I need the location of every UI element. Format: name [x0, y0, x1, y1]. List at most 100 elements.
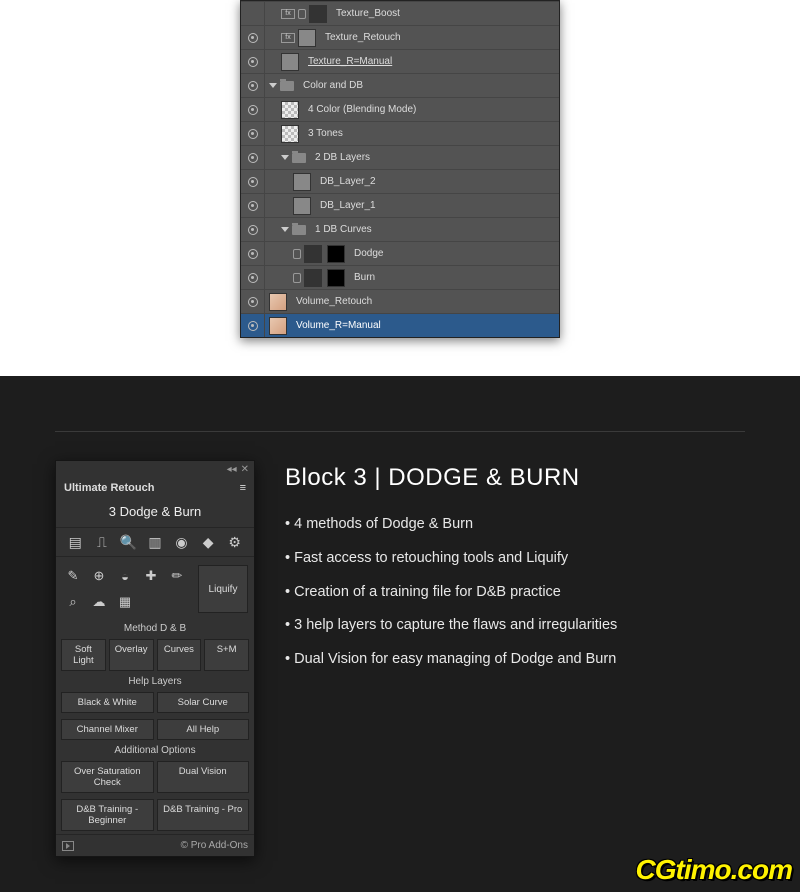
layer-name[interactable]: 4 Color (Blending Mode)	[308, 104, 416, 115]
layers-icon[interactable]: ▥	[145, 532, 165, 552]
layer-thumb[interactable]	[281, 101, 299, 119]
layer-thumb[interactable]	[298, 29, 316, 47]
close-icon[interactable]: ✕	[241, 464, 249, 475]
stamp-tool-icon[interactable]: ⊕	[88, 565, 110, 587]
visibility-toggle[interactable]	[241, 170, 265, 193]
button-soft-light[interactable]: Soft Light	[61, 639, 106, 671]
layer-thumb[interactable]	[269, 317, 287, 335]
layer-name[interactable]: Color and DB	[303, 80, 363, 91]
chip-tool-icon[interactable]: ▦	[114, 591, 136, 613]
layer-row[interactable]: fxTexture_Retouch	[241, 25, 559, 49]
button-d-b-training-beginner[interactable]: D&B Training - Beginner	[61, 799, 154, 831]
layer-name[interactable]: Texture_Boost	[336, 8, 400, 19]
eye-icon	[248, 201, 258, 211]
layer-row[interactable]: Burn	[241, 265, 559, 289]
layer-row[interactable]: fxTexture_Boost	[241, 1, 559, 25]
disclosure-icon[interactable]	[269, 83, 277, 88]
heal-tool-icon[interactable]: ✚	[140, 565, 162, 587]
layer-thumb[interactable]	[281, 53, 299, 71]
layer-row[interactable]: Color and DB	[241, 73, 559, 97]
button-curves[interactable]: Curves	[157, 639, 202, 671]
visibility-toggle[interactable]	[241, 242, 265, 265]
feature-item: Fast access to retouching tools and Liqu…	[285, 548, 745, 570]
button-s-m[interactable]: S+M	[204, 639, 249, 671]
layer-row[interactable]: Dodge	[241, 241, 559, 265]
layer-row[interactable]: 2 DB Layers	[241, 145, 559, 169]
layer-row[interactable]: DB_Layer_2	[241, 169, 559, 193]
layer-thumb[interactable]	[309, 5, 327, 23]
pulse-icon[interactable]: ⎍	[92, 532, 112, 552]
visibility-toggle[interactable]	[241, 194, 265, 217]
layer-name[interactable]: Burn	[354, 272, 375, 283]
visibility-toggle[interactable]	[241, 290, 265, 313]
layer-row[interactable]: Texture_R=Manual	[241, 49, 559, 73]
eye-icon	[248, 321, 258, 331]
layer-content: 2 DB Layers	[265, 152, 370, 163]
visibility-toggle[interactable]	[241, 218, 265, 241]
button-solar-curve[interactable]: Solar Curve	[157, 692, 250, 713]
layer-mask[interactable]	[327, 245, 345, 263]
smudge-tool-icon[interactable]: ☁	[88, 591, 110, 613]
visibility-toggle[interactable]	[241, 26, 265, 49]
visibility-toggle[interactable]	[241, 122, 265, 145]
layer-name[interactable]: Dodge	[354, 248, 383, 259]
button-over-saturation-check[interactable]: Over Saturation Check	[61, 761, 154, 793]
visibility-toggle[interactable]	[241, 314, 265, 337]
disclosure-icon[interactable]	[281, 227, 289, 232]
layers-panel: fxTexture_BoostfxTexture_RetouchTexture_…	[240, 0, 560, 338]
visibility-toggle[interactable]	[241, 74, 265, 97]
layer-name[interactable]: 3 Tones	[308, 128, 343, 139]
visibility-toggle[interactable]	[241, 146, 265, 169]
layer-name[interactable]: Texture_R=Manual	[308, 56, 392, 67]
menu-icon[interactable]: ≡	[240, 482, 246, 494]
layer-thumb[interactable]	[304, 269, 322, 287]
visibility-toggle[interactable]	[241, 2, 265, 25]
folder-icon	[292, 153, 306, 163]
doc-icon[interactable]: ▤	[65, 532, 85, 552]
layer-name[interactable]: DB_Layer_2	[320, 176, 376, 187]
liquify-button[interactable]: Liquify	[198, 565, 248, 613]
button-dual-vision[interactable]: Dual Vision	[157, 761, 250, 793]
layer-name[interactable]: Texture_Retouch	[325, 32, 401, 43]
layer-row[interactable]: 1 DB Curves	[241, 217, 559, 241]
patch-tool-icon[interactable]: ◒	[114, 565, 136, 587]
play-icon[interactable]	[62, 841, 74, 851]
layer-mask[interactable]	[327, 269, 345, 287]
button-d-b-training-pro[interactable]: D&B Training - Pro	[157, 799, 250, 831]
visibility-toggle[interactable]	[241, 50, 265, 73]
disclosure-icon[interactable]	[281, 155, 289, 160]
layer-row[interactable]: 4 Color (Blending Mode)	[241, 97, 559, 121]
layer-thumb[interactable]	[269, 293, 287, 311]
layer-thumb[interactable]	[293, 173, 311, 191]
layer-name[interactable]: 2 DB Layers	[315, 152, 370, 163]
layer-thumb[interactable]	[293, 197, 311, 215]
collapse-icon[interactable]: ◂◂	[227, 464, 237, 475]
layer-name[interactable]: 1 DB Curves	[315, 224, 372, 235]
search-icon[interactable]: 🔍	[118, 532, 138, 552]
layer-row[interactable]: Volume_R=Manual	[241, 313, 559, 337]
layer-row[interactable]: DB_Layer_1	[241, 193, 559, 217]
layer-thumb[interactable]	[281, 125, 299, 143]
layer-thumb[interactable]	[304, 245, 322, 263]
zoom-tool-icon[interactable]: ⌕	[62, 591, 84, 613]
button-all-help[interactable]: All Help	[157, 719, 250, 740]
gear-icon[interactable]: ⚙	[225, 532, 245, 552]
panel-controls: ◂◂ ✕	[56, 461, 254, 478]
button-channel-mixer[interactable]: Channel Mixer	[61, 719, 154, 740]
button-overlay[interactable]: Overlay	[109, 639, 154, 671]
layer-name[interactable]: DB_Layer_1	[320, 200, 376, 211]
help-row-1: Black & WhiteSolar Curve	[56, 689, 254, 716]
feature-item: 3 help layers to capture the flaws and i…	[285, 615, 745, 637]
layer-row[interactable]: 3 Tones	[241, 121, 559, 145]
visibility-toggle[interactable]	[241, 266, 265, 289]
layer-name[interactable]: Volume_Retouch	[296, 296, 372, 307]
layer-name[interactable]: Volume_R=Manual	[296, 320, 381, 331]
button-black-white[interactable]: Black & White	[61, 692, 154, 713]
feature-list: 4 methods of Dodge & BurnFast access to …	[285, 514, 745, 671]
brush-tool-icon[interactable]: ✎	[62, 565, 84, 587]
gem-icon[interactable]: ◆	[198, 532, 218, 552]
visibility-toggle[interactable]	[241, 98, 265, 121]
venn-icon[interactable]: ◉	[172, 532, 192, 552]
layer-row[interactable]: Volume_Retouch	[241, 289, 559, 313]
pencil-tool-icon[interactable]: ✏	[166, 565, 188, 587]
